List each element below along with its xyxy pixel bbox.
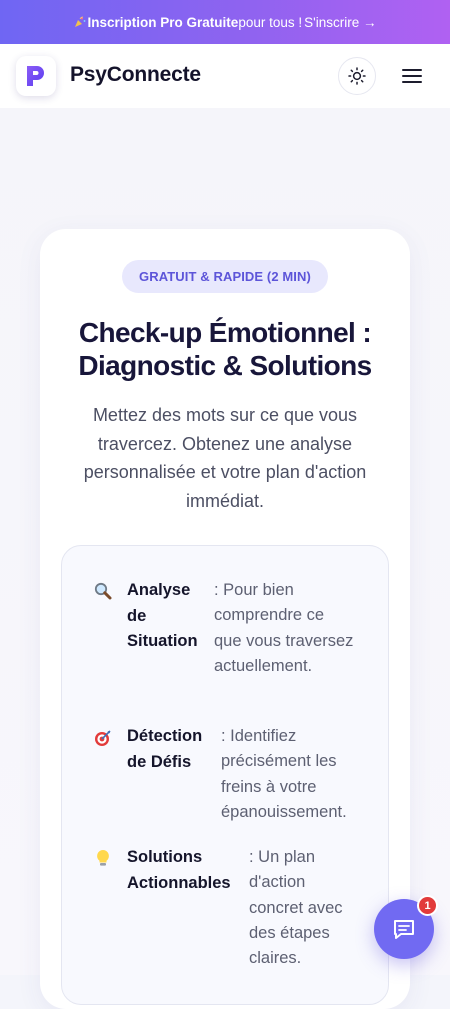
logo[interactable] [16, 56, 56, 96]
lightbulb-icon [97, 850, 109, 866]
target-icon [95, 730, 111, 746]
page-subtitle: Mettez des mots sur ce que vous traverce… [83, 405, 367, 511]
brand-name[interactable]: PsyConnecte [70, 63, 201, 87]
feature-title: Détection de Défis [127, 727, 203, 771]
sun-icon [348, 67, 366, 85]
feature-description: : Un plan d'action concret avec des étap… [249, 848, 343, 968]
notification-badge: 1 [417, 895, 438, 916]
promo-banner[interactable]: Inscription Pro Gratuite pour tous ! S'in… [0, 0, 450, 44]
chat-icon [394, 920, 414, 939]
feature-description: : Identifiez précisément les freins à vo… [221, 727, 347, 821]
promo-signup-link[interactable]: S'inscrire → [304, 15, 376, 30]
page-title: Check-up Émotionnel : Diagnostic & Solut… [40, 316, 410, 382]
title-line-1: Check-up Émotionnel : [78, 317, 372, 348]
free-quick-badge: GRATUIT & RAPIDE (2 MIN) [122, 260, 328, 293]
logo-p-icon [27, 66, 44, 86]
feature-description: : Pour bien comprendre ce que vous trave… [214, 581, 354, 675]
theme-toggle-button[interactable] [338, 57, 376, 95]
site-header: PsyConnecte [0, 44, 450, 108]
menu-button[interactable] [398, 62, 426, 90]
hamburger-menu-icon [402, 69, 422, 83]
feature-title: Solutions Actionnables [127, 848, 231, 892]
magnifier-icon [94, 582, 112, 600]
promo-highlight: Inscription Pro Gratuite [87, 14, 239, 30]
feature-title: Analyse de Situation [127, 581, 198, 650]
title-line-2: Diagnostic & Solutions [78, 350, 372, 381]
party-popper-icon [74, 16, 85, 27]
promo-text: pour tous ! [238, 14, 303, 30]
